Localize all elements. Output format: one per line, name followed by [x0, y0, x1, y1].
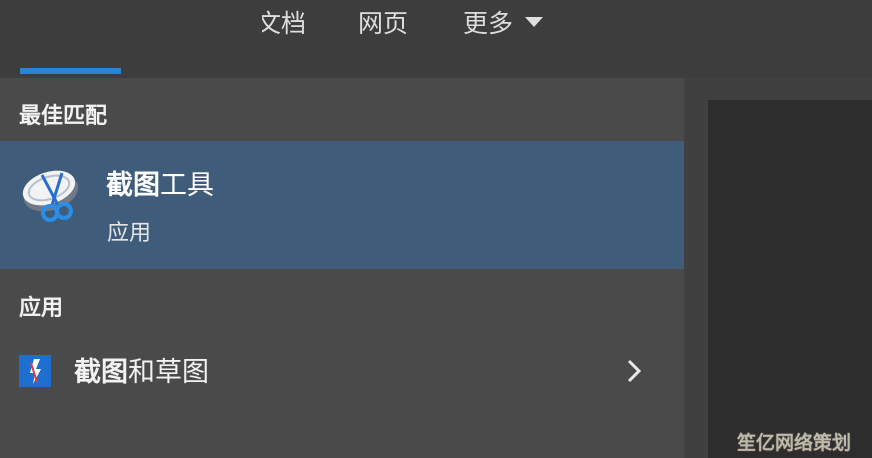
watermark-text: 笙亿网络策划	[737, 432, 852, 454]
snip-sketch-icon	[19, 355, 51, 387]
preview-content	[708, 100, 872, 458]
tab-web-label: 网页	[358, 9, 409, 38]
app-result-title: 截图和草图	[74, 350, 209, 389]
caret-down-icon	[525, 17, 544, 27]
best-match-title-rest: 工具	[160, 170, 214, 201]
app-result-snip-sketch[interactable]: 截图和草图	[0, 336, 684, 406]
result-preview-pane	[684, 78, 872, 458]
tab-documents-label: 文档	[262, 9, 307, 38]
tab-documents[interactable]: 文档	[262, 6, 310, 42]
best-match-title-highlight: 截图	[106, 170, 160, 201]
tab-web[interactable]: 网页	[358, 6, 408, 42]
app-result-title-rest: 和草图	[128, 357, 209, 388]
best-match-result-snipping-tool[interactable]: 截图工具 应用	[0, 141, 684, 269]
best-match-heading: 最佳匹配	[19, 104, 108, 129]
best-match-subtitle: 应用	[107, 221, 152, 246]
windows-search-panel: 文档 网页 更多 最佳匹配 截图工具 应用 应用 截图和草图 笙亿网络策划	[0, 0, 872, 458]
tab-more-dropdown[interactable]: 更多	[463, 6, 544, 42]
apps-heading: 应用	[19, 296, 64, 321]
search-results-pane: 最佳匹配 截图工具 应用 应用 截图和草图	[0, 78, 684, 458]
tab-more-label: 更多	[463, 9, 514, 38]
best-match-title: 截图工具	[106, 163, 214, 202]
search-category-tabs: 文档 网页 更多	[0, 0, 872, 78]
snipping-tool-icon	[22, 170, 79, 222]
chevron-right-icon[interactable]	[624, 356, 644, 386]
active-tab-indicator	[20, 68, 121, 74]
app-result-title-highlight: 截图	[74, 357, 128, 388]
